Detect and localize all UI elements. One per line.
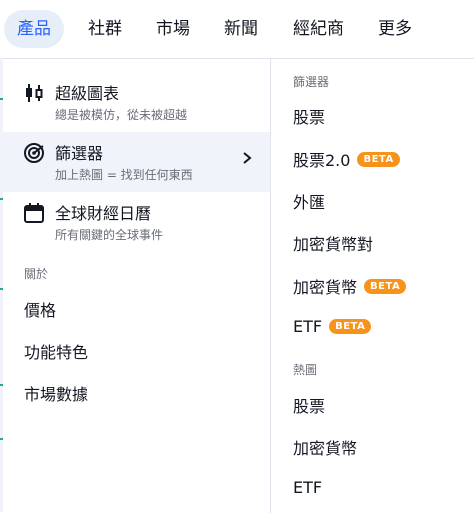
heatmap-etf[interactable]: ETF [293, 478, 322, 497]
tool-subtitle: 所有關鍵的全球事件 [55, 228, 164, 242]
tool-subtitle: 總是被模仿，從未被超越 [55, 108, 188, 122]
beta-badge: BETA [329, 319, 372, 334]
about-heading: 關於 [24, 267, 49, 281]
heatmap-label: ETF [293, 478, 323, 497]
screener-label: 股票 [293, 108, 326, 127]
products-menu-left: 超級圖表 總是被模仿，從未被超越 篩選器 加上熱圖 = 找到任何東西 全球財經日… [3, 59, 270, 513]
screener-etf[interactable]: ETF BETA [293, 317, 372, 336]
screener-label: ETF [293, 317, 323, 336]
screener-submenu: 篩選器 股票 股票2.0 BETA 外匯 加密貨幣對 加密貨幣 BETA ETF… [270, 59, 474, 513]
beta-badge: BETA [364, 278, 407, 294]
heatmap-label: 股票 [293, 397, 326, 416]
about-item-features[interactable]: 功能特色 [24, 339, 88, 363]
nav-brokers[interactable]: 經紀商 [293, 10, 344, 48]
heatmap-label: 加密貨幣 [293, 439, 358, 458]
target-icon [23, 142, 45, 164]
chevron-right-icon [240, 150, 254, 164]
screener-label: 加密貨幣 [293, 278, 358, 297]
screener-crypto-pairs[interactable]: 加密貨幣對 [293, 231, 373, 255]
menu-item-economic-calendar[interactable]: 全球財經日曆 所有關鍵的全球事件 [3, 192, 270, 252]
screener-crypto[interactable]: 加密貨幣 BETA [293, 274, 407, 298]
nav-news[interactable]: 新聞 [224, 10, 258, 48]
screener-label: 股票2.0 [293, 151, 351, 170]
menu-item-supercharts[interactable]: 超級圖表 總是被模仿，從未被超越 [3, 72, 270, 132]
tool-title: 篩選器 [55, 144, 104, 163]
menu-item-screener[interactable]: 篩選器 加上熱圖 = 找到任何東西 [3, 132, 270, 192]
screener-label: 加密貨幣對 [293, 235, 374, 254]
nav-more[interactable]: 更多 [378, 10, 412, 48]
products-menu: 超級圖表 總是被模仿，從未被超越 篩選器 加上熱圖 = 找到任何東西 全球財經日… [3, 58, 474, 513]
candlestick-icon [23, 82, 45, 104]
heatmap-crypto[interactable]: 加密貨幣 [293, 435, 357, 459]
screener-stocks[interactable]: 股票 [293, 104, 325, 128]
tool-title: 超級圖表 [55, 84, 120, 103]
heatmap-heading: 熱圖 [293, 363, 318, 377]
about-item-pricing[interactable]: 價格 [24, 297, 56, 321]
top-nav: 產品 社群 市場 新聞 經紀商 更多 [0, 0, 474, 58]
screener-label: 外匯 [293, 193, 326, 212]
tool-subtitle: 加上熱圖 = 找到任何東西 [55, 168, 193, 182]
heatmap-stocks[interactable]: 股票 [293, 393, 325, 417]
screener-stocks-2[interactable]: 股票2.0 BETA [293, 147, 400, 171]
nav-community[interactable]: 社群 [88, 10, 122, 48]
nav-markets[interactable]: 市場 [156, 10, 190, 48]
nav-products[interactable]: 產品 [4, 10, 64, 48]
screener-forex[interactable]: 外匯 [293, 189, 325, 213]
calendar-icon [23, 202, 45, 224]
tool-title: 全球財經日曆 [55, 204, 152, 223]
beta-badge: BETA [357, 151, 400, 167]
screener-heading: 篩選器 [293, 75, 330, 89]
about-item-market-data[interactable]: 市場數據 [24, 381, 88, 405]
